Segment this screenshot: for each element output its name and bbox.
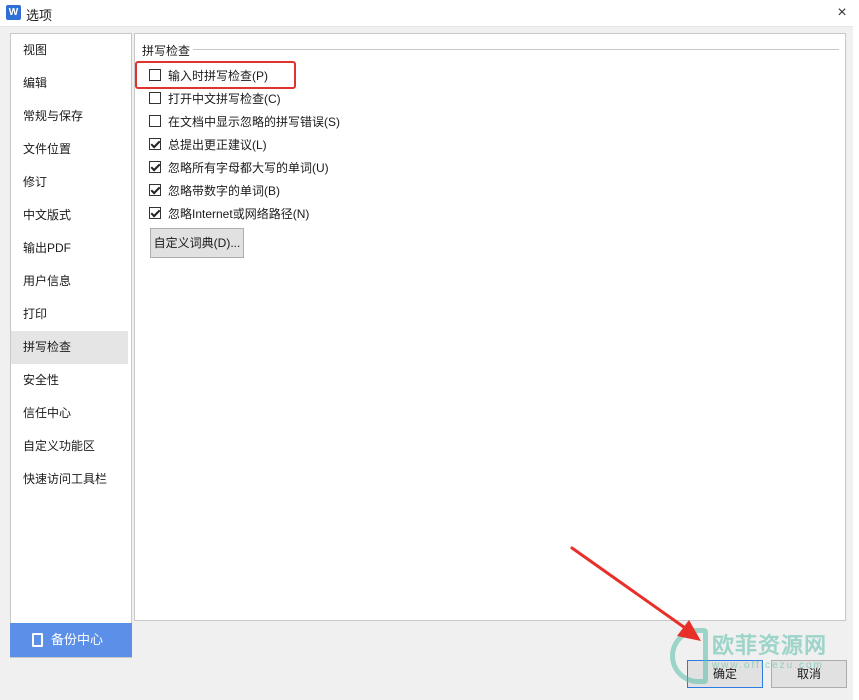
option-label: 在文档中显示忽略的拼写错误(S) bbox=[168, 114, 340, 129]
option-label: 总提出更正建议(L) bbox=[168, 137, 267, 152]
cancel-button[interactable]: 取消 bbox=[771, 660, 847, 688]
option-label: 忽略所有字母都大写的单词(U) bbox=[168, 160, 329, 175]
checkbox[interactable] bbox=[149, 92, 161, 104]
sidebar-item-customize-ribbon[interactable]: 自定义功能区 bbox=[11, 430, 131, 463]
checkbox[interactable] bbox=[149, 207, 161, 219]
option-ignore-internet-paths[interactable]: 忽略Internet或网络路径(N) bbox=[149, 204, 309, 222]
option-label: 输入时拼写检查(P) bbox=[168, 68, 268, 83]
options-sidebar: 视图 编辑 常规与保存 文件位置 修订 中文版式 输出PDF 用户信息 打印 拼… bbox=[10, 33, 132, 658]
sidebar-item-chinese-layout[interactable]: 中文版式 bbox=[11, 199, 131, 232]
custom-dictionary-button[interactable]: 自定义词典(D)... bbox=[150, 228, 244, 258]
sidebar-item-file-locations[interactable]: 文件位置 bbox=[11, 133, 131, 166]
option-label: 忽略Internet或网络路径(N) bbox=[168, 206, 310, 221]
sidebar-item-security[interactable]: 安全性 bbox=[11, 364, 131, 397]
settings-panel: 拼写检查 输入时拼写检查(P) 打开中文拼写检查(C) 在文档中显示忽略的拼写错… bbox=[134, 33, 846, 621]
checkbox[interactable] bbox=[149, 115, 161, 127]
close-button[interactable]: × bbox=[831, 3, 853, 23]
backup-center-button[interactable]: 备份中心 bbox=[10, 623, 132, 657]
sidebar-item-revisions[interactable]: 修订 bbox=[11, 166, 131, 199]
wps-writer-icon: W bbox=[6, 5, 21, 20]
sidebar-item-general-save[interactable]: 常规与保存 bbox=[11, 100, 131, 133]
checkbox[interactable] bbox=[149, 161, 161, 173]
sidebar-item-user-info[interactable]: 用户信息 bbox=[11, 265, 131, 298]
sidebar-item-spell-check[interactable]: 拼写检查 bbox=[11, 331, 128, 364]
option-always-suggest[interactable]: 总提出更正建议(L) bbox=[149, 135, 267, 153]
section-divider bbox=[193, 49, 839, 50]
checkbox[interactable] bbox=[149, 138, 161, 150]
option-label: 打开中文拼写检查(C) bbox=[168, 91, 281, 106]
option-show-ignored-errors[interactable]: 在文档中显示忽略的拼写错误(S) bbox=[149, 112, 340, 130]
sidebar-item-trust-center[interactable]: 信任中心 bbox=[11, 397, 131, 430]
option-spell-check-as-you-type[interactable]: 输入时拼写检查(P) bbox=[149, 66, 268, 84]
checkbox[interactable] bbox=[149, 184, 161, 196]
backup-center-label: 备份中心 bbox=[51, 632, 104, 647]
sidebar-item-export-pdf[interactable]: 输出PDF bbox=[11, 232, 131, 265]
sidebar-item-quick-access-toolbar[interactable]: 快速访问工具栏 bbox=[11, 463, 131, 496]
checkbox[interactable] bbox=[149, 69, 161, 81]
option-ignore-uppercase[interactable]: 忽略所有字母都大写的单词(U) bbox=[149, 158, 329, 176]
section-title: 拼写检查 bbox=[142, 44, 191, 58]
backup-icon bbox=[32, 632, 43, 647]
option-ignore-numbers[interactable]: 忽略带数字的单词(B) bbox=[149, 181, 280, 199]
sidebar-item-print[interactable]: 打印 bbox=[11, 298, 131, 331]
option-chinese-spell-check[interactable]: 打开中文拼写检查(C) bbox=[149, 89, 281, 107]
title-bar: W 选项 × bbox=[0, 0, 859, 27]
ok-button[interactable]: 确定 bbox=[687, 660, 763, 688]
sidebar-item-view[interactable]: 视图 bbox=[11, 34, 131, 67]
window-edge bbox=[853, 0, 859, 700]
window-title: 选项 bbox=[26, 8, 53, 23]
option-label: 忽略带数字的单词(B) bbox=[168, 183, 280, 198]
sidebar-item-edit[interactable]: 编辑 bbox=[11, 67, 131, 100]
